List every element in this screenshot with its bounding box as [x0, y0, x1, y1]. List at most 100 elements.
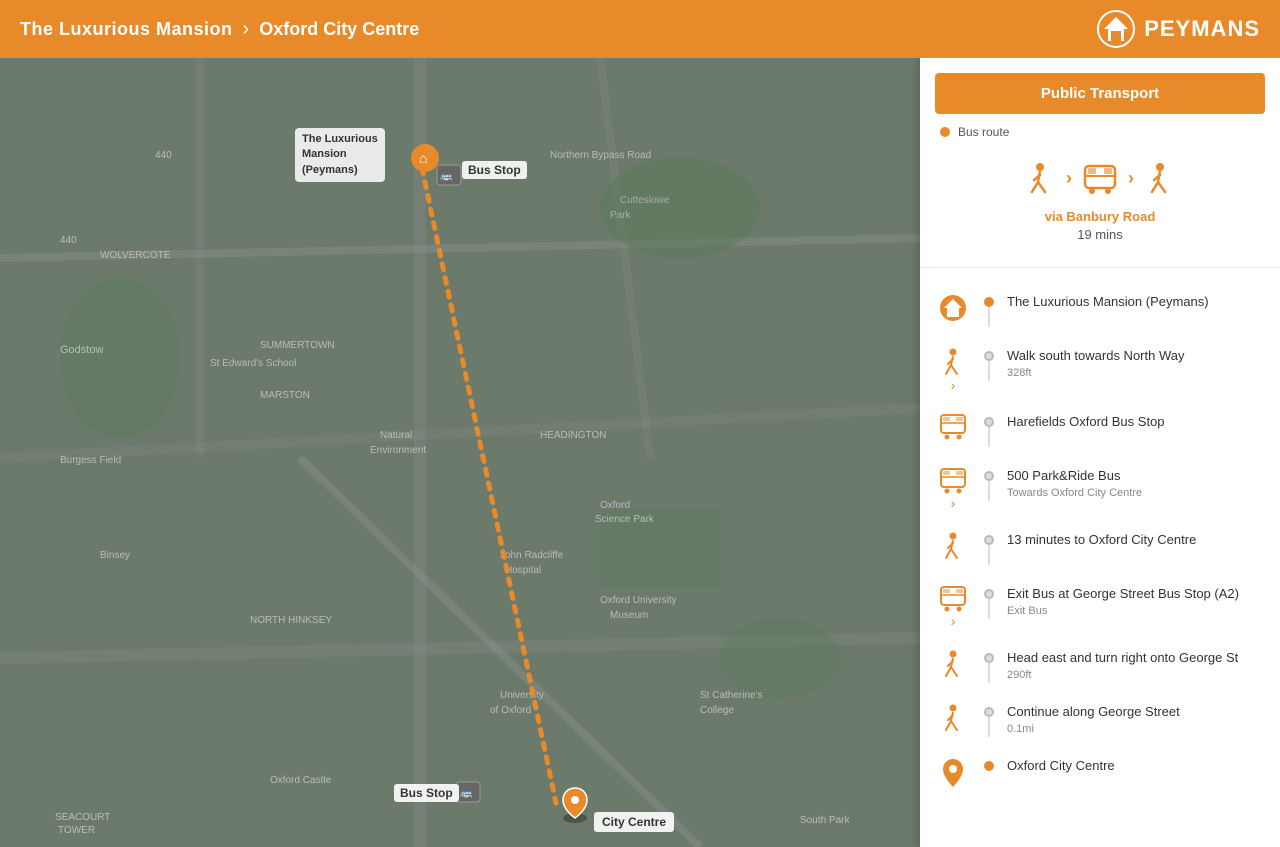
public-transport-tab[interactable]: Public Transport: [935, 73, 1265, 114]
step-5-icon-col: ›: [935, 585, 971, 629]
step-8-title: Oxford City Centre: [1007, 757, 1265, 775]
logo-house-icon: [1096, 9, 1136, 49]
walk-step1-icon: [940, 347, 966, 377]
steps-list: The Luxurious Mansion (Peymans) › W: [920, 273, 1280, 809]
header: The Luxurious Mansion › Oxford City Cent…: [0, 0, 1280, 58]
step-3-title: 500 Park&Ride Bus: [1007, 467, 1265, 485]
svg-text:⌂: ⌂: [419, 150, 427, 166]
home-icon: [938, 293, 968, 323]
step-5: › Exit Bus at George Street Bus Stop (A2…: [920, 575, 1280, 639]
arrow1-icon: ›: [1066, 168, 1072, 189]
svg-text:MARSTON: MARSTON: [260, 390, 310, 401]
step-4-content: 13 minutes to Oxford City Centre: [1007, 531, 1265, 549]
bus-route-dot: [940, 127, 950, 137]
step-6: Head east and turn right onto George St …: [920, 639, 1280, 693]
step-2-line: [988, 427, 990, 447]
step-7-subtitle: 0.1mi: [1007, 723, 1265, 735]
svg-text:🚌: 🚌: [440, 171, 453, 182]
step-7-line: [988, 717, 990, 737]
step-1-subtitle: 328ft: [1007, 367, 1265, 379]
step-3-dot: [984, 471, 994, 481]
step-0: The Luxurious Mansion (Peymans): [920, 283, 1280, 337]
step-8: Oxford City Centre: [920, 747, 1280, 799]
step-2-connector: [981, 413, 997, 447]
map-svg: Cutteslowe Park 440 Godstow WOLVERCOTE S…: [0, 58, 920, 847]
step-3-line: [988, 481, 990, 501]
svg-text:Hospital: Hospital: [505, 565, 541, 576]
step-1-line: [988, 361, 990, 381]
svg-text:South Park: South Park: [800, 815, 850, 826]
step-8-dot: [984, 761, 994, 771]
step-4-icon-col: [935, 531, 971, 561]
bus-route-indicator: Bus route: [920, 119, 1280, 145]
step-1-expand[interactable]: ›: [951, 377, 956, 393]
svg-text:Oxford Castle: Oxford Castle: [270, 775, 332, 786]
walk-step6-icon: [940, 649, 966, 679]
bus-stop-step2-icon: [938, 413, 968, 441]
svg-text:University: University: [500, 690, 544, 701]
svg-text:College: College: [700, 705, 734, 716]
step-1-title: Walk south towards North Way: [1007, 347, 1265, 365]
step-3-expand[interactable]: ›: [951, 495, 956, 511]
step-5-content: Exit Bus at George Street Bus Stop (A2) …: [1007, 585, 1265, 617]
route-time: 19 mins: [940, 227, 1260, 242]
arrow2-icon: ›: [1128, 168, 1134, 189]
route-via: via Banbury Road: [940, 209, 1260, 224]
bus-stop-bottom-label: Bus Stop: [394, 784, 459, 802]
step-8-content: Oxford City Centre: [1007, 757, 1265, 775]
header-title: The Luxurious Mansion: [20, 19, 233, 40]
step-4-dot: [984, 535, 994, 545]
map-area: Cutteslowe Park 440 Godstow WOLVERCOTE S…: [0, 58, 920, 847]
step-1: › Walk south towards North Way 328ft: [920, 337, 1280, 403]
step-1-connector: [981, 347, 997, 381]
svg-text:WOLVERCOTE: WOLVERCOTE: [100, 250, 171, 261]
svg-text:TOWER: TOWER: [58, 825, 95, 836]
step-0-content: The Luxurious Mansion (Peymans): [1007, 293, 1265, 311]
step-4-title: 13 minutes to Oxford City Centre: [1007, 531, 1265, 549]
svg-text:Binsey: Binsey: [100, 550, 130, 561]
header-subtitle: Oxford City Centre: [259, 19, 419, 40]
step-1-dot: [984, 351, 994, 361]
city-centre-label: City Centre: [594, 812, 674, 832]
step-6-dot: [984, 653, 994, 663]
step-3-icon-col: ›: [935, 467, 971, 511]
step-6-icon-col: [935, 649, 971, 679]
walk2-icon: [1142, 160, 1178, 196]
step-0-connector: [981, 293, 997, 327]
svg-text:SUMMERTOWN: SUMMERTOWN: [260, 340, 335, 351]
step-1-icon-col: ›: [935, 347, 971, 393]
step-8-connector: [981, 757, 997, 771]
logo-text: PEYMANS: [1144, 16, 1260, 42]
bus-step3-icon: [938, 467, 968, 495]
step-7-content: Continue along George Street 0.1mi: [1007, 703, 1265, 735]
step-5-subtitle: Exit Bus: [1007, 605, 1265, 617]
svg-text:Science Park: Science Park: [595, 514, 655, 525]
svg-text:NORTH HINKSEY: NORTH HINKSEY: [250, 615, 332, 626]
step-0-title: The Luxurious Mansion (Peymans): [1007, 293, 1265, 311]
svg-text:Northern Bypass Road: Northern Bypass Road: [550, 150, 651, 161]
step-5-connector: [981, 585, 997, 619]
step-2-icon-col: [935, 413, 971, 441]
step-3: › 500 Park&Ride Bus Towards Oxford City …: [920, 457, 1280, 521]
panel-divider: [920, 267, 1280, 268]
walk-step4-icon: [940, 531, 966, 561]
step-6-line: [988, 663, 990, 683]
step-5-line: [988, 599, 990, 619]
transport-icons-row: › ›: [920, 145, 1280, 201]
step-6-title: Head east and turn right onto George St: [1007, 649, 1265, 667]
bus-transport-icon: [1080, 160, 1120, 196]
step-2: Harefields Oxford Bus Stop: [920, 403, 1280, 457]
svg-text:Oxford University: Oxford University: [600, 595, 677, 606]
step-3-connector: [981, 467, 997, 501]
bus-stop-top-label: Bus Stop: [462, 161, 527, 179]
svg-text:440: 440: [155, 150, 172, 161]
step-5-expand[interactable]: ›: [951, 613, 956, 629]
step-6-content: Head east and turn right onto George St …: [1007, 649, 1265, 681]
svg-text:440: 440: [60, 235, 77, 246]
svg-text:HEADINGTON: HEADINGTON: [540, 430, 607, 441]
step-0-line: [988, 307, 990, 327]
svg-text:Museum: Museum: [610, 610, 648, 621]
step-6-connector: [981, 649, 997, 683]
step-2-content: Harefields Oxford Bus Stop: [1007, 413, 1265, 431]
svg-text:Natural: Natural: [380, 430, 412, 441]
